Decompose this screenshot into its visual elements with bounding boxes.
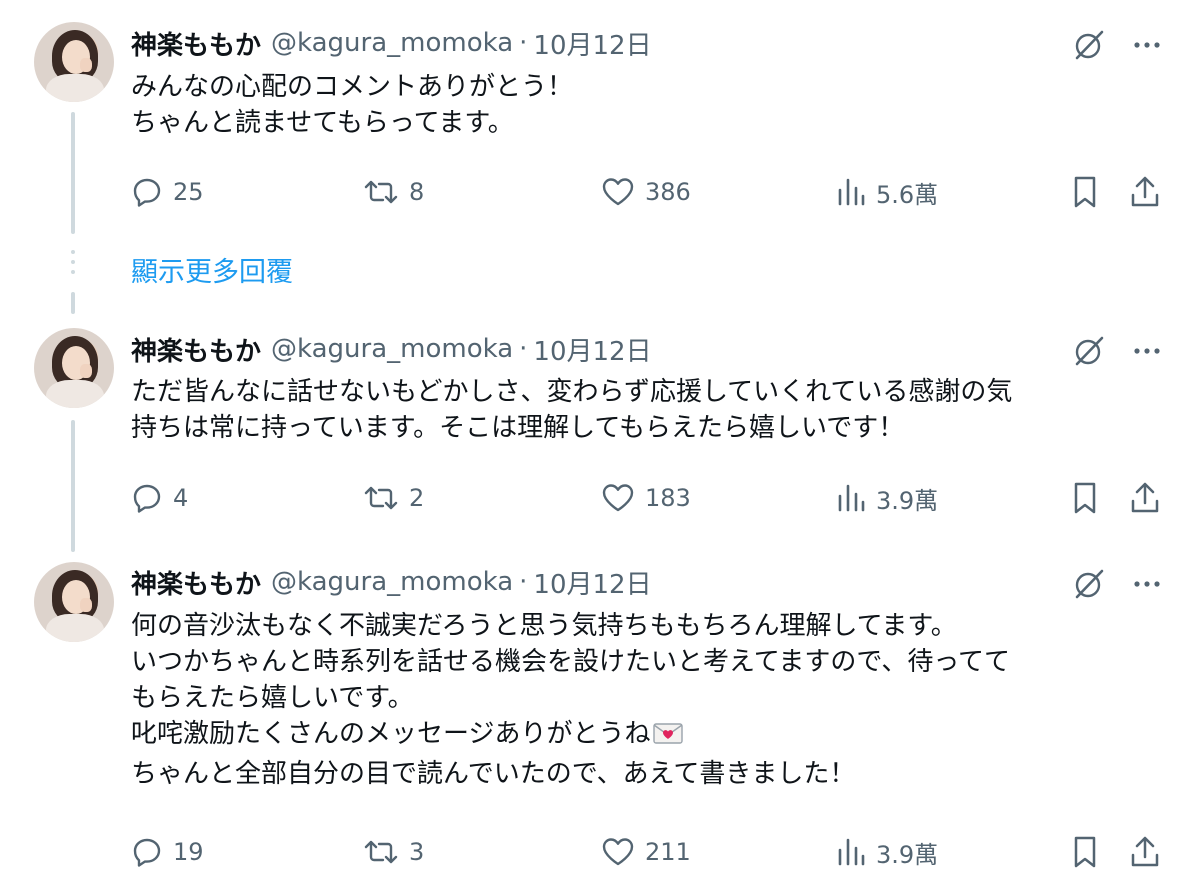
tweet-actions: 25 8 386 5.6萬 xyxy=(131,172,1163,212)
bookmark-icon xyxy=(1074,482,1096,514)
repost-button[interactable]: 2 xyxy=(363,478,424,518)
reply-icon xyxy=(133,838,161,867)
tweet-actions: 19 3 211 3.9萬 xyxy=(131,832,1163,872)
author-name[interactable]: 神楽ももか xyxy=(131,564,261,601)
tweet-text: 何の音沙汰もなく不誠実だろうと思う気持ちももちろん理解してます。 いつかちゃんと… xyxy=(131,608,1161,792)
reply-icon xyxy=(133,178,161,207)
tweet-text-line: ただ皆んなに話せないもどかしさ、変わらず応援していくれている感謝の気 xyxy=(131,377,1013,407)
tweet-top-icons xyxy=(1072,334,1162,368)
like-count: 211 xyxy=(645,838,691,866)
repost-button[interactable]: 3 xyxy=(363,832,424,872)
like-button[interactable]: 386 xyxy=(601,172,691,212)
grok-icon[interactable] xyxy=(1072,567,1106,601)
tweet-text-line-with-emoji: 叱咤激励たくさんのメッセージありがとうね xyxy=(131,716,1161,756)
tweet[interactable]: 神楽ももか @kagura_momoka · 10月12日 ただ皆んなに話せない… xyxy=(0,300,1194,550)
views-icon xyxy=(838,484,865,512)
views-count: 3.9萬 xyxy=(876,840,939,869)
tweet-text-line: ちゃんと読ませてもらってます。 xyxy=(131,108,514,138)
like-icon xyxy=(602,838,634,866)
views-count: 3.9萬 xyxy=(876,486,939,515)
separator: · xyxy=(519,334,528,364)
avatar[interactable] xyxy=(34,328,114,408)
grok-icon[interactable] xyxy=(1072,28,1106,62)
more-icon[interactable] xyxy=(1132,336,1162,366)
tweet-date[interactable]: 10月12日 xyxy=(533,564,651,601)
tweet-text-line: もらえたら嬉しいです。 xyxy=(131,683,414,713)
tweet-text-line: みんなの心配のコメントありがとう！ xyxy=(131,72,574,102)
repost-icon xyxy=(364,486,398,510)
repost-count: 8 xyxy=(409,178,425,206)
repost-icon xyxy=(364,840,398,864)
views-icon xyxy=(838,838,865,866)
views-count: 5.6萬 xyxy=(876,180,939,209)
tweet-top-icons xyxy=(1072,28,1162,62)
repost-button[interactable]: 8 xyxy=(363,172,424,212)
views-button[interactable]: 5.6萬 xyxy=(836,172,938,212)
share-icon xyxy=(1131,482,1159,513)
repost-icon xyxy=(364,180,398,204)
grok-icon[interactable] xyxy=(1072,334,1106,368)
views-icon xyxy=(838,178,865,206)
like-button[interactable]: 211 xyxy=(601,832,691,872)
share-icon xyxy=(1131,176,1159,207)
like-button[interactable]: 183 xyxy=(601,478,691,518)
tweet-text-line: いつかちゃんと時系列を話せる機会を設けたいと考えてますので、待ってて xyxy=(131,647,1011,677)
reply-count: 19 xyxy=(173,838,204,866)
more-icon[interactable] xyxy=(1132,30,1162,60)
avatar[interactable] xyxy=(34,562,114,642)
like-count: 386 xyxy=(645,178,691,206)
author-name[interactable]: 神楽ももか xyxy=(131,331,261,368)
like-icon xyxy=(602,484,634,512)
views-button[interactable]: 3.9萬 xyxy=(836,478,938,518)
more-icon[interactable] xyxy=(1132,569,1162,599)
tweet-text-line: 持ちは常に持っています。そこは理解してもらえたら嬉しいです！ xyxy=(131,413,905,443)
avatar[interactable] xyxy=(34,22,114,102)
reply-count: 4 xyxy=(173,484,189,512)
views-button[interactable]: 3.9萬 xyxy=(836,832,938,872)
tweet-text-line: 何の音沙汰もなく不誠実だろうと思う気持ちももちろん理解してます。 xyxy=(131,611,957,641)
reply-button[interactable]: 19 xyxy=(131,832,204,872)
tweet-date[interactable]: 10月12日 xyxy=(533,25,651,62)
author-handle[interactable]: @kagura_momoka xyxy=(271,334,513,364)
repost-count: 3 xyxy=(409,838,425,866)
bookmark-button[interactable] xyxy=(1071,172,1099,212)
separator: · xyxy=(519,567,528,597)
tweet-actions: 4 2 183 3.9萬 xyxy=(131,478,1163,518)
reply-icon xyxy=(133,484,161,513)
share-button[interactable] xyxy=(1129,172,1161,212)
author-handle[interactable]: @kagura_momoka xyxy=(271,567,513,597)
reply-button[interactable]: 25 xyxy=(131,172,204,212)
tweet-text: ただ皆んなに話せないもどかしさ、変わらず応援していくれている感謝の気 持ちは常に… xyxy=(131,374,1161,446)
like-count: 183 xyxy=(645,484,691,512)
tweet-text: みんなの心配のコメントありがとう！ ちゃんと読ませてもらってます。 xyxy=(131,69,1161,141)
tweet-header: 神楽ももか @kagura_momoka · 10月12日 xyxy=(131,25,652,62)
tweet[interactable]: 神楽ももか @kagura_momoka · 10月12日 みんなの心配のコメン… xyxy=(0,0,1194,240)
tweet-text-line: 叱咤激励たくさんのメッセージありがとうね xyxy=(131,719,651,749)
tweet[interactable]: 神楽ももか @kagura_momoka · 10月12日 何の音沙汰もなく不誠… xyxy=(0,552,1194,888)
reply-count: 25 xyxy=(173,178,204,206)
show-more-replies-link[interactable]: 顯示更多回覆 xyxy=(131,250,293,289)
bookmark-icon xyxy=(1074,836,1096,868)
share-button[interactable] xyxy=(1129,478,1161,518)
repost-count: 2 xyxy=(409,484,425,512)
tweet-header: 神楽ももか @kagura_momoka · 10月12日 xyxy=(131,564,652,601)
share-icon xyxy=(1131,836,1159,867)
separator: · xyxy=(519,28,528,58)
love-letter-emoji xyxy=(652,720,684,756)
reply-button[interactable]: 4 xyxy=(131,478,188,518)
author-name[interactable]: 神楽ももか xyxy=(131,25,261,62)
bookmark-button[interactable] xyxy=(1071,832,1099,872)
bookmark-button[interactable] xyxy=(1071,478,1099,518)
tweet-date[interactable]: 10月12日 xyxy=(533,331,651,368)
share-button[interactable] xyxy=(1129,832,1161,872)
tweet-top-icons xyxy=(1072,567,1162,601)
bookmark-icon xyxy=(1074,176,1096,208)
tweet-header: 神楽ももか @kagura_momoka · 10月12日 xyxy=(131,331,652,368)
like-icon xyxy=(602,178,634,206)
author-handle[interactable]: @kagura_momoka xyxy=(271,28,513,58)
tweet-text-line: ちゃんと全部自分の目で読んでいたので、あえて書きました！ xyxy=(131,759,856,789)
